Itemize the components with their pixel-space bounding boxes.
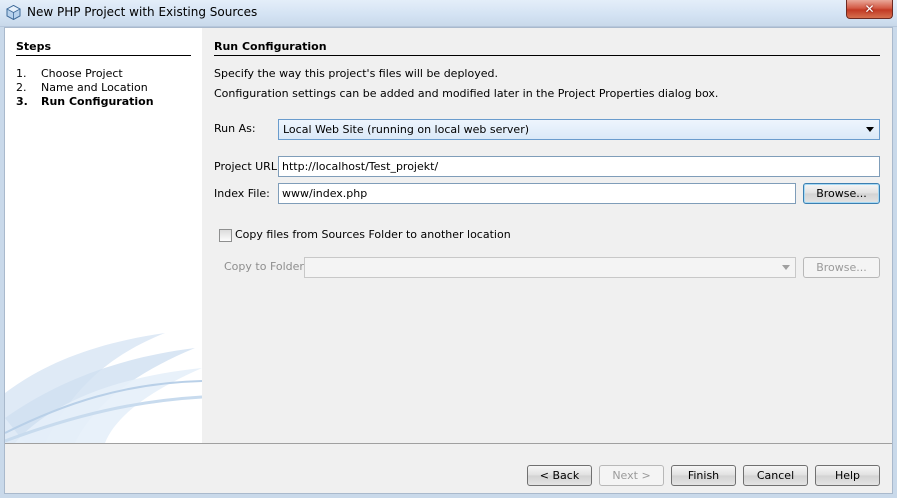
step-item-choose-project: 1. Choose Project xyxy=(16,67,123,80)
finish-button[interactable]: Finish xyxy=(671,465,736,486)
index-file-label: Index File: xyxy=(214,187,270,200)
steps-panel: Steps 1. Choose Project 2. Name and Locati… xyxy=(5,28,202,443)
netbeans-cube-icon xyxy=(6,5,21,20)
help-button[interactable]: Help xyxy=(815,465,880,486)
project-url-label: Project URL: xyxy=(214,160,281,173)
step-item-name-and-location: 2. Name and Location xyxy=(16,81,148,94)
wizard-button-bar: < Back Next > Finish Cancel Help xyxy=(5,443,892,493)
copy-to-folder-dropdown[interactable] xyxy=(304,257,796,278)
step-label: Run Configuration xyxy=(41,95,154,108)
back-button[interactable]: < Back xyxy=(527,465,592,486)
wizard-dialog: Steps 1. Choose Project 2. Name and Locati… xyxy=(4,27,893,494)
step-number: 2. xyxy=(16,81,27,94)
window-title: New PHP Project with Existing Sources xyxy=(27,5,258,19)
run-as-label: Run As: xyxy=(214,122,256,135)
chevron-down-icon xyxy=(781,258,791,277)
run-as-value: Local Web Site (running on local web ser… xyxy=(283,123,530,136)
run-configuration-panel: Run Configuration Specify the way this p… xyxy=(202,28,892,443)
panel-title: Run Configuration xyxy=(214,40,880,56)
chevron-down-icon xyxy=(865,120,875,139)
step-number: 1. xyxy=(16,67,27,80)
copy-to-folder-browse-button[interactable]: Browse... xyxy=(803,257,880,278)
description-line-1: Specify the way this project's files wil… xyxy=(214,67,498,80)
cancel-button[interactable]: Cancel xyxy=(743,465,808,486)
step-item-run-configuration: 3. Run Configuration xyxy=(16,95,154,108)
close-icon: ✕ xyxy=(864,2,875,16)
step-number: 3. xyxy=(16,95,28,108)
step-label: Choose Project xyxy=(41,67,123,80)
copy-files-checkbox[interactable] xyxy=(219,229,232,242)
steps-title: Steps xyxy=(16,40,191,56)
description-line-2: Configuration settings can be added and … xyxy=(214,87,719,100)
copy-files-label[interactable]: Copy files from Sources Folder to anothe… xyxy=(235,228,511,241)
next-button[interactable]: Next > xyxy=(599,465,664,486)
run-as-dropdown[interactable]: Local Web Site (running on local web ser… xyxy=(278,119,880,140)
project-url-field[interactable]: http://localhost/Test_projekt/ xyxy=(278,156,880,177)
decorative-swoosh-graphic xyxy=(5,333,202,443)
index-file-field[interactable]: www/index.php xyxy=(278,183,796,204)
title-bar: New PHP Project with Existing Sources ✕ xyxy=(0,0,897,27)
step-label: Name and Location xyxy=(41,81,148,94)
index-file-browse-button[interactable]: Browse... xyxy=(803,183,880,204)
close-button[interactable]: ✕ xyxy=(846,0,893,19)
copy-to-folder-label: Copy to Folder: xyxy=(224,260,308,273)
